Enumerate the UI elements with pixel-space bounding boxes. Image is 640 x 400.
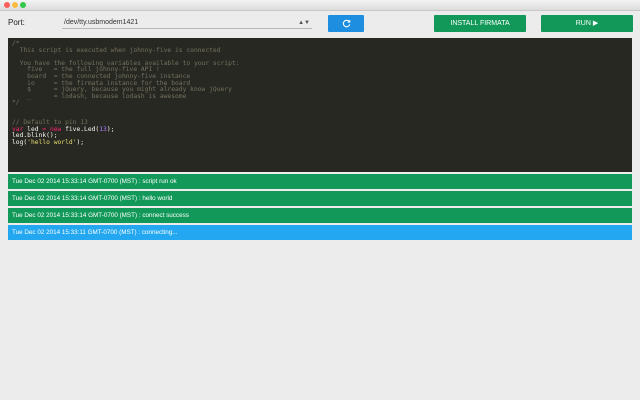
log-panel: Tue Dec 02 2014 15:33:14 GMT-0700 (MST) … bbox=[8, 174, 632, 242]
log-entry: Tue Dec 02 2014 15:33:14 GMT-0700 (MST) … bbox=[8, 174, 632, 189]
window-titlebar bbox=[0, 0, 640, 11]
refresh-ports-button[interactable] bbox=[328, 15, 364, 32]
minimize-window-icon[interactable] bbox=[12, 2, 18, 8]
install-firmata-button[interactable]: INSTALL FIRMATA bbox=[434, 15, 526, 32]
code-line: led.blink(); bbox=[12, 133, 628, 140]
port-label: Port: bbox=[8, 18, 25, 27]
log-entry: Tue Dec 02 2014 15:33:14 GMT-0700 (MST) … bbox=[8, 208, 632, 223]
close-window-icon[interactable] bbox=[4, 2, 10, 8]
refresh-icon bbox=[342, 19, 350, 28]
code-token: ); bbox=[106, 125, 115, 133]
log-entry: Tue Dec 02 2014 15:33:11 GMT-0700 (MST) … bbox=[8, 225, 632, 240]
code-line: */ bbox=[12, 100, 628, 107]
code-line: This script is executed when johnny-five… bbox=[12, 46, 628, 55]
port-select-value: /dev/tty.usbmodem1421 bbox=[64, 19, 139, 26]
code-token: _ = lodash, because lodash is awesome bbox=[12, 92, 187, 100]
port-select[interactable]: /dev/tty.usbmodem1421 ▲▼ bbox=[62, 17, 312, 29]
code-token: log( bbox=[12, 138, 28, 146]
zoom-window-icon[interactable] bbox=[20, 2, 26, 8]
run-button[interactable]: RUN ▶ bbox=[541, 15, 633, 32]
code-line: var led = new five.Led(13); bbox=[12, 125, 628, 134]
log-entry: Tue Dec 02 2014 15:33:14 GMT-0700 (MST) … bbox=[8, 191, 632, 206]
code-token: */ bbox=[12, 99, 20, 107]
select-arrows-icon: ▲▼ bbox=[298, 20, 310, 26]
toolbar: Port: /dev/tty.usbmodem1421 ▲▼ INSTALL F… bbox=[0, 11, 640, 37]
code-token: This script is executed when johnny-five… bbox=[12, 46, 221, 54]
code-token: five.Led( bbox=[61, 125, 100, 133]
code-token: 'hello world' bbox=[27, 138, 77, 146]
code-editor[interactable]: /* This script is executed when johnny-f… bbox=[8, 38, 632, 172]
code-line: log('hello world'); bbox=[12, 138, 628, 147]
code-line: _ = lodash, because lodash is awesome bbox=[12, 92, 628, 101]
code-token: 13 bbox=[99, 125, 107, 133]
code-token: ); bbox=[76, 138, 85, 146]
